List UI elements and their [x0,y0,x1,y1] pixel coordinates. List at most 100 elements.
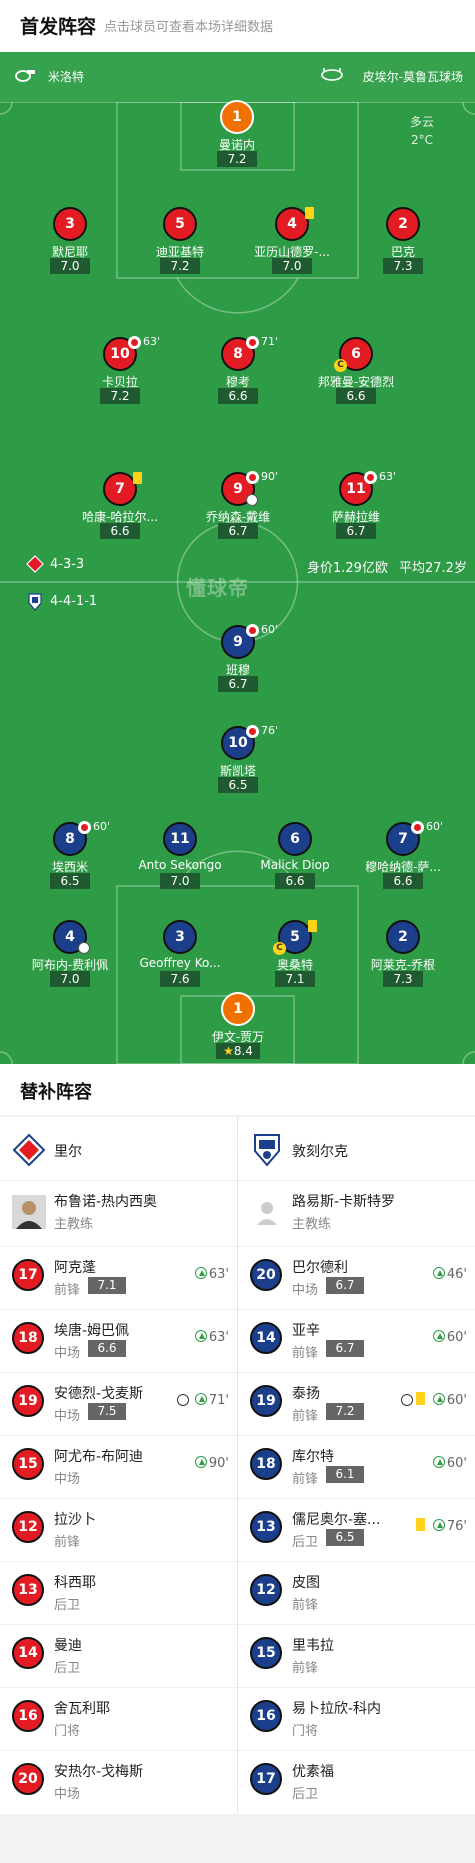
sub-player-row[interactable]: 17 阿克蓬 前锋 7.1 63' [0,1247,237,1310]
home-subs-column: 里尔 布鲁诺-热内西奥 主教练 17 阿克蓬 前锋 7.1 63' 18 埃唐-姆巴佩 中场… [0,1117,237,1814]
player-away-fwd[interactable]: 9 班穆 6.7 60' [178,623,298,692]
sub-minute: 63' [379,470,397,483]
home-team-name: 里尔 [54,1144,82,1160]
away-team-row: 敦刻尔克 [238,1117,475,1181]
sub-player-row[interactable]: 16 易卜拉欣-科内 门将 [238,1688,475,1751]
player-position: 前锋 [54,1283,81,1298]
sub-player-row[interactable]: 20 巴尔德利 中场 6.7 46' [238,1247,475,1310]
player-away-def-4[interactable]: 2 阿莱克-乔根 7.3 [343,920,463,987]
player-home-def-3[interactable]: 4 亚历山德罗-... 7.0 [232,207,352,274]
player-name: Geoffrey Ko... [139,956,221,970]
goal-ball-icon [78,942,90,954]
player-position: 后卫 [292,1535,319,1550]
player-name: 科西耶 [54,1575,96,1591]
sub-minute: 63' [143,335,161,348]
weather-condition: 多云 [410,115,435,129]
player-home-mid-1[interactable]: 10 卡贝拉 7.2 63' [60,335,180,404]
sub-on-info: 71' [194,1393,229,1408]
sub-off-icon [246,725,259,738]
player-rating: 6.6 [100,523,140,539]
jersey-number: 6 [278,822,312,856]
page-subtitle: 点击球员可查看本场详细数据 [104,20,274,35]
player-name: Malick Diop [260,858,330,872]
player-away-mid-4[interactable]: 7 穆哈纳德-萨... 6.6 60' [343,820,463,889]
sub-on-icon [194,1393,207,1405]
sub-off-icon [364,471,377,484]
player-away-mid-2[interactable]: 11 Anto Sekongo 7.0 [120,822,240,889]
player-home-def-1[interactable]: 3 默尼耶 7.0 [10,207,130,274]
player-home-mid-3[interactable]: 6 邦雅曼-安德烈 6.6 C [296,337,416,404]
sub-player-row[interactable]: 13 儒尼奥尔-塞... 后卫 6.5 76' [238,1499,475,1562]
player-home-fwd-3[interactable]: 11 萨赫拉维 6.7 63' [296,470,416,539]
sub-player-row[interactable]: 19 安德烈-戈麦斯 中场 7.5 71' [0,1373,237,1436]
coach-row[interactable]: 路易斯-卡斯特罗 主教练 [238,1181,475,1247]
player-home-def-2[interactable]: 5 迪亚基特 7.2 [120,207,240,274]
player-rating: 6.5 [218,777,258,793]
player-name: 埃唐-姆巴佩 [54,1323,130,1339]
subs-title: 替补阵容 [20,1082,92,1103]
player-name: 曼迪 [54,1638,82,1654]
captain-badge: C [334,359,347,372]
jersey-number: 17 [12,1259,44,1291]
jersey-number: 13 [12,1574,44,1606]
player-away-def-2[interactable]: 3 Geoffrey Ko... 7.6 [120,920,240,987]
player-position: 中场 [54,1346,81,1361]
player-rating: 7.2 [217,151,257,167]
player-rating: 6.5 [326,1529,364,1546]
player-away-mid-1[interactable]: 8 埃西米 6.5 60' [10,820,130,889]
player-home-fwd-2[interactable]: 9 乔纳森-戴维 6.7 90' [178,470,298,539]
sub-player-row[interactable]: 15 里韦拉 前锋 [238,1625,475,1688]
jersey-number: 20 [250,1259,282,1291]
player-home-fwd-1[interactable]: 7 哈康-哈拉尔... 6.6 [60,472,180,539]
home-age: 平均27.2岁 [399,561,467,576]
player-rating: 7.5 [88,1403,126,1420]
player-away-mid-3[interactable]: 6 Malick Diop 6.6 [235,822,355,889]
player-away-def-3[interactable]: 5 奥桑特 7.1 C [235,920,355,987]
sub-player-row[interactable]: 12 皮图 前锋 [238,1562,475,1625]
jersey-number: 7 [103,472,137,506]
home-formation: 4-3-3 [50,557,85,572]
player-away-def-1[interactable]: 4 阿布内-费利佩 7.0 [10,920,130,987]
sub-player-row[interactable]: 18 埃唐-姆巴佩 中场 6.6 63' [0,1310,237,1373]
player-rating: 6.6 [336,388,376,404]
jersey-number: 16 [12,1700,44,1732]
sub-off-icon [411,821,424,834]
sub-player-row[interactable]: 19 泰扬 前锋 7.2 60' [238,1373,475,1436]
coach-row[interactable]: 布鲁诺-热内西奥 主教练 [0,1181,237,1247]
player-name: 易卜拉欣-科内 [292,1701,382,1717]
sub-off-icon [128,336,141,349]
lille-crest-icon [26,555,44,573]
player-position: 中场 [54,1409,81,1424]
player-away-gk[interactable]: 1 伊文-贾万 ★8.4 [178,992,298,1059]
sub-player-row[interactable]: 15 阿尤布-布阿迪 中场 90' [0,1436,237,1499]
sub-player-row[interactable]: 13 科西耶 后卫 [0,1562,237,1625]
sub-player-row[interactable]: 18 库尔特 前锋 6.1 60' [238,1436,475,1499]
sub-minute: 90' [261,470,279,483]
sub-player-row[interactable]: 14 曼迪 后卫 [0,1625,237,1688]
sub-player-row[interactable]: 12 拉沙卜 前锋 [0,1499,237,1562]
sub-off-icon [246,624,259,637]
player-away-am[interactable]: 10 斯凯塔 6.5 76' [178,724,298,793]
sub-minute: 76' [261,724,279,737]
player-home-mid-2[interactable]: 8 穆考 6.6 71' [178,335,298,404]
player-home-gk[interactable]: 1 曼诺内 7.2 [177,100,297,167]
sub-player-row[interactable]: 20 安热尔-戈梅斯 中场 [0,1751,237,1814]
player-name: Anto Sekongo [138,858,222,872]
player-rating: 6.6 [88,1340,126,1357]
player-rating: 6.7 [326,1277,364,1294]
jersey-number: 19 [12,1385,44,1417]
player-rating: 6.1 [326,1466,364,1483]
player-home-def-4[interactable]: 2 巴克 7.3 [343,207,463,274]
star-icon: ★ [223,1044,234,1058]
home-team-name: 米洛特 [48,70,85,84]
sub-player-row[interactable]: 14 亚辛 前锋 6.7 60' [238,1310,475,1373]
weather-temperature: 2°C [411,133,434,147]
coach-role: 主教练 [292,1217,332,1232]
sub-player-row[interactable]: 16 舍瓦利耶 门将 [0,1688,237,1751]
player-name: 优素福 [292,1764,334,1780]
jersey-number: 17 [250,1763,282,1795]
yellow-card-icon [416,1518,425,1531]
coach-role: 主教练 [54,1217,94,1232]
player-position: 中场 [54,1472,81,1487]
sub-player-row[interactable]: 17 优素福 后卫 [238,1751,475,1814]
